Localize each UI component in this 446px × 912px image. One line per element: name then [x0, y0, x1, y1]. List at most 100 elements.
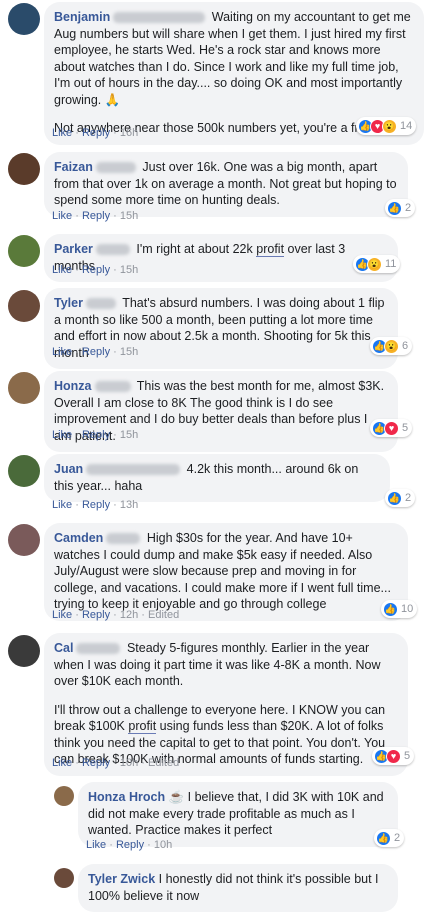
- reply-link[interactable]: Reply: [82, 757, 110, 769]
- commenter-name[interactable]: Tyler Zwick: [88, 872, 155, 886]
- reply-link[interactable]: Reply: [82, 609, 110, 621]
- blurred-surname: [94, 381, 131, 393]
- commenter-name[interactable]: Tyler: [54, 296, 83, 310]
- edited-label[interactable]: Edited: [148, 609, 179, 621]
- comment-text: High $30s for the year. And have 10+ wat…: [54, 531, 391, 611]
- timestamp[interactable]: 15h: [120, 346, 138, 358]
- edited-label[interactable]: Edited: [148, 757, 179, 769]
- commenter-name[interactable]: Benjamin: [54, 10, 110, 24]
- comment-bubble: Camden High $30s for the year. And have …: [44, 523, 408, 621]
- avatar[interactable]: [8, 3, 40, 35]
- love-reaction-icon: ♥: [386, 748, 401, 764]
- commenter-name[interactable]: Parker: [54, 242, 93, 256]
- reactions-summary[interactable]: 👍 😮 6: [370, 337, 413, 355]
- reaction-count: 5: [402, 422, 409, 434]
- like-reaction-icon: 👍: [387, 200, 402, 216]
- comment-meta: Like · Reply · 15h: [52, 429, 139, 441]
- timestamp[interactable]: 15h: [120, 264, 138, 276]
- commenter-name[interactable]: Honza Hroch: [88, 790, 165, 804]
- like-link[interactable]: Like: [52, 346, 72, 358]
- reply-link[interactable]: Reply: [82, 499, 110, 511]
- reactions-summary[interactable]: 👍 2: [385, 489, 416, 507]
- wow-reaction-icon: 😮: [384, 338, 399, 354]
- comment-meta: Like · Reply · 12h · Edited: [52, 609, 180, 621]
- like-link[interactable]: Like: [86, 839, 106, 851]
- timestamp[interactable]: 10h: [154, 839, 172, 851]
- avatar[interactable]: [8, 235, 40, 267]
- comment-meta: Like · Reply · 15h: [52, 346, 139, 358]
- timestamp[interactable]: 16h: [120, 127, 138, 139]
- commenter-name[interactable]: Cal: [54, 641, 73, 655]
- avatar[interactable]: [8, 290, 40, 322]
- timestamp[interactable]: 15h: [120, 210, 138, 222]
- reaction-count: 14: [400, 120, 413, 132]
- blurred-surname: [85, 298, 116, 310]
- comment-text: Waiting on my accountant to get me Aug n…: [54, 10, 411, 107]
- like-link[interactable]: Like: [52, 757, 72, 769]
- commenter-name[interactable]: Honza: [54, 379, 92, 393]
- avatar[interactable]: [8, 153, 40, 185]
- timestamp[interactable]: 13h: [120, 499, 138, 511]
- reply-bubble: Tyler Zwick I honestly did not think it'…: [78, 864, 398, 912]
- reactions-summary[interactable]: 👍 10: [381, 600, 418, 618]
- avatar[interactable]: [8, 524, 40, 556]
- commenter-name[interactable]: Camden: [54, 531, 103, 545]
- blurred-surname: [86, 464, 181, 476]
- like-link[interactable]: Like: [52, 499, 72, 511]
- comment-meta: Like · Reply · 15h: [52, 210, 139, 222]
- reply-link[interactable]: Reply: [82, 346, 110, 358]
- like-link[interactable]: Like: [52, 429, 72, 441]
- like-link[interactable]: Like: [52, 210, 72, 222]
- reaction-count: 2: [394, 832, 401, 844]
- reaction-count: 2: [405, 202, 412, 214]
- love-reaction-icon: ♥: [384, 420, 399, 436]
- reaction-count: 5: [404, 750, 411, 762]
- reactions-summary[interactable]: 👍 ♥ 5: [370, 419, 413, 437]
- reply-link[interactable]: Reply: [82, 210, 110, 222]
- commenter-name[interactable]: Juan: [54, 462, 83, 476]
- reply-link[interactable]: Reply: [82, 429, 110, 441]
- avatar[interactable]: [8, 635, 40, 667]
- reaction-count: 10: [401, 603, 414, 615]
- comment-bubble: Faizan Just over 16k. One was a big mont…: [44, 152, 408, 217]
- avatar[interactable]: [8, 455, 40, 487]
- reply-link[interactable]: Reply: [82, 127, 110, 139]
- reaction-count: 6: [402, 340, 409, 352]
- reactions-summary[interactable]: 👍 ♥ 5: [372, 747, 415, 765]
- like-reaction-icon: 👍: [376, 830, 391, 846]
- blurred-surname: [76, 643, 121, 655]
- comment-bubble: Juan 4.2k this month... around 6k on thi…: [44, 454, 390, 502]
- reaction-count: 11: [385, 258, 397, 270]
- comment-meta: Like · Reply · 16h: [52, 127, 139, 139]
- avatar[interactable]: [54, 868, 74, 888]
- comment-meta: Like · Reply · 10h · Edited: [52, 757, 180, 769]
- reactions-summary[interactable]: 👍 😮 11: [353, 255, 401, 273]
- reply-link[interactable]: Reply: [82, 264, 110, 276]
- blurred-surname: [95, 244, 130, 256]
- reply-meta: Like · Reply · 10h: [86, 839, 173, 851]
- timestamp[interactable]: 12h: [120, 609, 138, 621]
- hashtag-link[interactable]: profit: [128, 719, 157, 734]
- reactions-summary[interactable]: 👍 ♥ 😮 14: [356, 117, 417, 135]
- avatar[interactable]: [54, 786, 74, 806]
- hashtag-link[interactable]: profit: [256, 242, 285, 257]
- mug-icon: ☕: [168, 790, 185, 804]
- timestamp[interactable]: 15h: [120, 429, 138, 441]
- comment-bubble: Cal Steady 5-figures monthly. Earlier in…: [44, 633, 408, 776]
- like-link[interactable]: Like: [52, 264, 72, 276]
- like-link[interactable]: Like: [52, 127, 72, 139]
- like-link[interactable]: Like: [52, 609, 72, 621]
- commenter-name[interactable]: Faizan: [54, 160, 93, 174]
- comment-meta: Like · Reply · 15h: [52, 264, 139, 276]
- reactions-summary[interactable]: 👍 2: [385, 199, 416, 217]
- blurred-surname: [113, 12, 206, 24]
- timestamp[interactable]: 10h: [120, 757, 138, 769]
- like-reaction-icon: 👍: [383, 601, 398, 617]
- reactions-summary[interactable]: 👍 2: [374, 829, 405, 847]
- comment-meta: Like · Reply · 13h: [52, 499, 139, 511]
- avatar[interactable]: [8, 372, 40, 404]
- like-reaction-icon: 👍: [387, 490, 402, 506]
- reply-link[interactable]: Reply: [116, 839, 144, 851]
- reply-bubble: Honza Hroch ☕ I believe that, I did 3K w…: [78, 782, 398, 847]
- comment-text: I'm right at about 22k: [136, 242, 253, 256]
